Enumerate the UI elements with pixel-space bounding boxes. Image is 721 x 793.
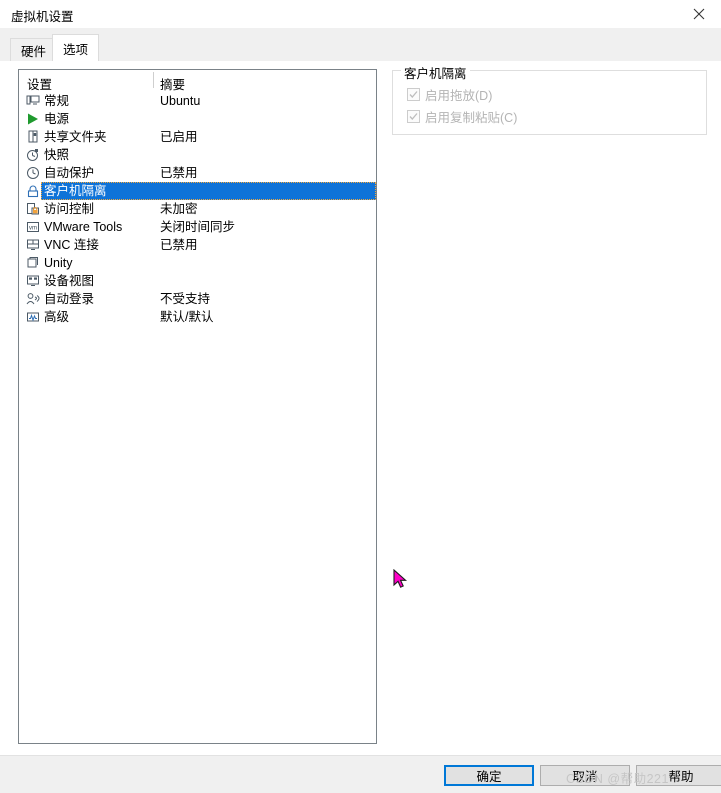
list-item-summary: 关闭时间同步 bbox=[160, 220, 236, 234]
list-item[interactable]: 共享文件夹 已启用 bbox=[19, 128, 376, 146]
list-item[interactable]: 访问控制 未加密 bbox=[19, 200, 376, 218]
ok-button[interactable]: 确定 bbox=[444, 765, 534, 786]
power-play-icon bbox=[25, 111, 41, 127]
list-item[interactable]: 常规 Ubuntu bbox=[19, 92, 376, 110]
list-header: 设置 摘要 bbox=[19, 70, 376, 92]
cancel-button[interactable]: 取消 bbox=[540, 765, 630, 786]
column-header-summary: 摘要 bbox=[160, 78, 186, 92]
unity-icon bbox=[25, 255, 41, 271]
settings-list[interactable]: 设置 摘要 常规 Ubuntu 电源 共享文件夹 已启用 快照 自动保护 已禁用… bbox=[18, 69, 377, 744]
window-title: 虚拟机设置 bbox=[11, 10, 74, 24]
ok-button-label: 确定 bbox=[476, 770, 502, 784]
list-item-summary: 不受支持 bbox=[160, 292, 211, 306]
list-item-label: 自动登录 bbox=[44, 292, 95, 306]
dialog-content: 设置 摘要 常规 Ubuntu 电源 共享文件夹 已启用 快照 自动保护 已禁用… bbox=[0, 61, 721, 755]
list-item[interactable]: 自动保护 已禁用 bbox=[19, 164, 376, 182]
shared-folder-icon bbox=[25, 129, 41, 145]
list-item[interactable]: Unity bbox=[19, 254, 376, 272]
list-item[interactable]: 设备视图 bbox=[19, 272, 376, 290]
list-item[interactable]: vm VMware Tools 关闭时间同步 bbox=[19, 218, 376, 236]
list-item[interactable]: 电源 bbox=[19, 110, 376, 128]
list-item-label: 电源 bbox=[44, 112, 70, 126]
groupbox-title: 客户机隔离 bbox=[401, 63, 470, 82]
list-item-label: 自动保护 bbox=[44, 166, 95, 180]
lock-icon bbox=[25, 183, 41, 199]
enable-copy-paste-checkbox[interactable] bbox=[407, 110, 420, 123]
vnc-icon bbox=[25, 237, 41, 253]
list-item[interactable]: 自动登录 不受支持 bbox=[19, 290, 376, 308]
advanced-icon bbox=[25, 309, 41, 325]
list-item-label: 客户机隔离 bbox=[44, 184, 107, 198]
vmware-tools-icon: vm bbox=[25, 219, 41, 235]
list-item-summary: 默认/默认 bbox=[160, 310, 214, 324]
dialog-button-bar: 确定 取消 帮助 bbox=[0, 755, 721, 793]
list-item-summary: 已启用 bbox=[160, 130, 198, 144]
list-item[interactable]: VNC 连接 已禁用 bbox=[19, 236, 376, 254]
tab-hardware-label: 硬件 bbox=[21, 44, 47, 59]
list-item[interactable]: 快照 bbox=[19, 146, 376, 164]
list-item-label: 访问控制 bbox=[44, 202, 95, 216]
list-item[interactable]: 高级 默认/默认 bbox=[19, 308, 376, 326]
column-divider bbox=[153, 72, 154, 88]
tab-strip: 硬件 选项 bbox=[0, 28, 721, 62]
list-item-label: VMware Tools bbox=[44, 220, 123, 234]
mouse-cursor bbox=[393, 568, 409, 591]
list-item-label: 常规 bbox=[44, 94, 70, 108]
title-bar: 虚拟机设置 bbox=[0, 0, 721, 28]
enable-drag-drop-label: 启用拖放(D) bbox=[425, 89, 493, 103]
help-button-label: 帮助 bbox=[668, 770, 694, 784]
list-item-summary: Ubuntu bbox=[160, 94, 201, 108]
enable-copy-paste-label: 启用复制粘贴(C) bbox=[425, 111, 518, 125]
guest-isolation-groupbox: 客户机隔离 启用拖放(D) 启用复制粘贴(C) bbox=[392, 63, 707, 135]
help-button[interactable]: 帮助 bbox=[636, 765, 721, 786]
autoprotect-icon bbox=[25, 165, 41, 181]
list-item-label: VNC 连接 bbox=[44, 238, 99, 252]
snapshot-clock-icon bbox=[25, 147, 41, 163]
tab-options[interactable]: 选项 bbox=[52, 34, 100, 61]
list-item-label: 共享文件夹 bbox=[44, 130, 107, 144]
close-button[interactable] bbox=[676, 0, 721, 28]
svg-text:vm: vm bbox=[29, 226, 37, 232]
auto-login-icon bbox=[25, 291, 41, 307]
list-item-label: 高级 bbox=[44, 310, 70, 324]
enable-drag-drop-checkbox[interactable] bbox=[407, 88, 420, 101]
list-item-summary: 未加密 bbox=[160, 202, 198, 216]
list-item-summary: 已禁用 bbox=[160, 166, 198, 180]
list-item-label: Unity bbox=[44, 256, 73, 270]
device-view-icon bbox=[25, 273, 41, 289]
monitor-icon bbox=[25, 93, 41, 109]
tab-hardware[interactable]: 硬件 bbox=[10, 38, 58, 61]
enable-drag-drop-checkbox-row[interactable]: 启用拖放(D) bbox=[407, 86, 492, 103]
enable-copy-paste-checkbox-row[interactable]: 启用复制粘贴(C) bbox=[407, 108, 517, 125]
list-item-selected[interactable]: 客户机隔离 bbox=[19, 182, 376, 200]
cancel-button-label: 取消 bbox=[572, 770, 598, 784]
access-control-icon bbox=[25, 201, 41, 217]
list-item-label: 快照 bbox=[44, 148, 70, 162]
tab-options-label: 选项 bbox=[63, 42, 89, 57]
close-icon bbox=[693, 8, 705, 20]
list-item-label: 设备视图 bbox=[44, 274, 95, 288]
list-item-summary: 已禁用 bbox=[160, 238, 198, 252]
column-header-settings: 设置 bbox=[27, 78, 53, 92]
